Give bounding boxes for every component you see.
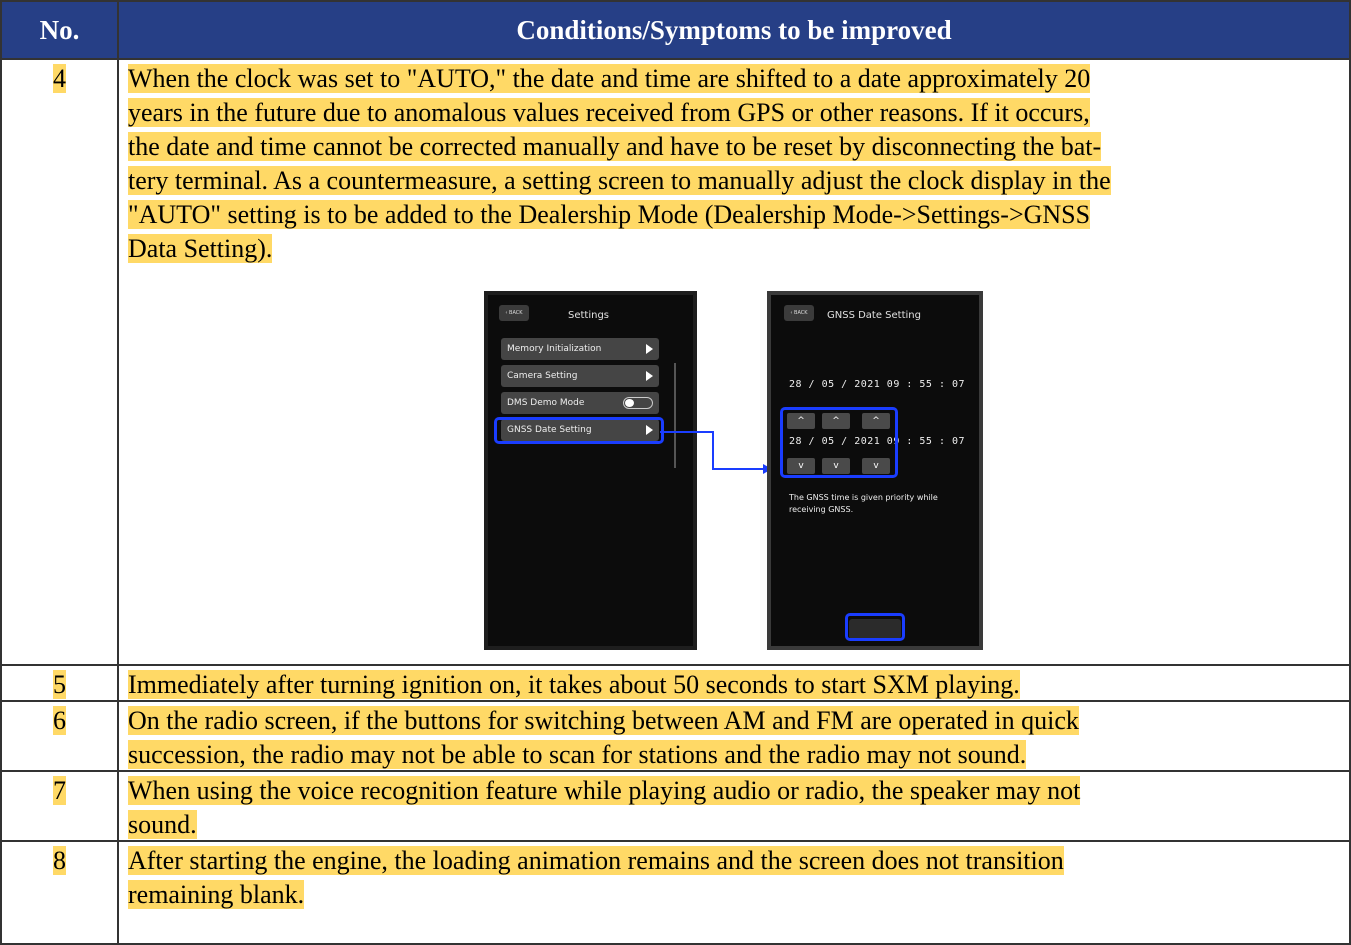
- current-datetime: 28 / 05 / 2021 09 : 55 : 07: [789, 379, 966, 390]
- row-number: 8: [0, 840, 119, 945]
- callout-highlight-box: [494, 417, 664, 444]
- row-number: 7: [0, 770, 119, 842]
- header-conditions: Conditions/Symptoms to be improved: [117, 0, 1351, 60]
- back-button: ‹ BACK: [784, 305, 814, 321]
- row-text-line: succession, the radio may not be able to…: [128, 740, 1027, 769]
- row-text-line: Immediately after turning ignition on, i…: [128, 670, 1020, 699]
- screen-title: GNSS Date Setting: [827, 310, 921, 321]
- row-text-line: sound.: [128, 810, 197, 839]
- row-description: On the radio screen, if the buttons for …: [117, 700, 1351, 772]
- row-number: 4: [0, 58, 119, 666]
- row-description: Immediately after turning ignition on, i…: [117, 664, 1351, 702]
- row-text-line: After starting the engine, the loading a…: [128, 846, 1064, 875]
- back-button: ‹ BACK: [499, 305, 529, 321]
- connector-arrow: [660, 431, 772, 474]
- toggle-switch: [623, 397, 653, 409]
- menu-item-memory-initialization: Memory Initialization: [501, 338, 659, 360]
- row-text-line: years in the future due to anomalous val…: [128, 98, 1090, 127]
- play-arrow-icon: [646, 371, 653, 381]
- menu-item-camera-setting: Camera Setting: [501, 365, 659, 387]
- gnss-date-setting-screenshot: ‹ BACK GNSS Date Setting 28 / 05 / 2021 …: [767, 291, 983, 650]
- row-number: 6: [0, 700, 119, 772]
- row-number: 5: [0, 664, 119, 702]
- menu-item-dms-demo-mode: DMS Demo Mode: [501, 392, 659, 414]
- row-text-line: When using the voice recognition feature…: [128, 776, 1081, 805]
- row-description: When using the voice recognition feature…: [117, 770, 1351, 842]
- conditions-table: No. Conditions/Symptoms to be improved 4…: [0, 0, 1351, 945]
- callout-highlight-box: [780, 407, 898, 478]
- row-description: When the clock was set to "AUTO," the da…: [117, 58, 1351, 666]
- row-text-line: Data Setting).: [128, 234, 273, 263]
- row-text-line: On the radio screen, if the buttons for …: [128, 706, 1079, 735]
- row-text-line: remaining blank.: [128, 880, 305, 909]
- callout-highlight-box: [845, 613, 905, 641]
- back-icon: ‹: [790, 310, 793, 316]
- play-arrow-icon: [646, 344, 653, 354]
- row-text-line: When the clock was set to "AUTO," the da…: [128, 64, 1091, 93]
- gnss-priority-note: The GNSS time is given priority while re…: [789, 493, 938, 514]
- header-no: No.: [0, 0, 119, 60]
- screen-title: Settings: [568, 310, 610, 321]
- back-icon: ‹: [505, 310, 508, 316]
- row-text-line: the date and time cannot be corrected ma…: [128, 132, 1102, 161]
- row-text-line: tery terminal. As a countermeasure, a se…: [128, 166, 1111, 195]
- row-description: After starting the engine, the loading a…: [117, 840, 1351, 945]
- row-text-line: "AUTO" setting is to be added to the Dea…: [128, 200, 1091, 229]
